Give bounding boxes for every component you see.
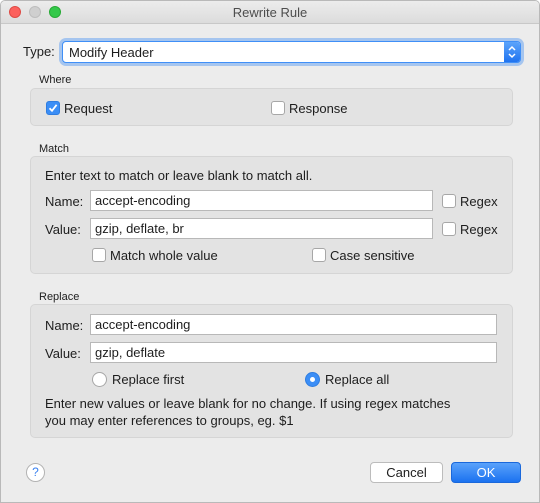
replace-help-line-1: Enter new values or leave blank for no c… (45, 396, 451, 411)
replace-section-title: Replace (39, 291, 80, 303)
response-checkbox[interactable] (271, 101, 285, 115)
type-select[interactable]: Modify Header (62, 41, 521, 63)
match-instructions: Enter text to match or leave blank to ma… (45, 168, 313, 183)
match-value-regex-checkbox[interactable] (442, 222, 456, 236)
match-name-label: Name: (45, 194, 84, 209)
replace-name-label: Name: (45, 318, 84, 333)
replace-value-label: Value: (45, 346, 81, 361)
type-label: Type: (23, 44, 55, 59)
match-value-input[interactable] (91, 219, 432, 238)
match-name-field[interactable] (90, 190, 433, 211)
match-name-regex-label: Regex (460, 194, 498, 209)
help-button[interactable]: ? (26, 463, 45, 482)
match-whole-value-checkbox[interactable] (92, 248, 106, 262)
replace-all-label: Replace all (325, 372, 390, 387)
match-name-input[interactable] (91, 191, 432, 210)
replace-value-input[interactable] (91, 343, 496, 362)
replace-first-label: Replace first (112, 372, 185, 387)
type-select-value: Modify Header (69, 45, 154, 60)
replace-all-radio[interactable] (305, 372, 320, 387)
window-title: Rewrite Rule (232, 5, 308, 20)
response-label: Response (289, 101, 348, 116)
match-whole-value-label: Match whole value (110, 248, 218, 263)
replace-name-input[interactable] (91, 315, 496, 334)
case-sensitive-label: Case sensitive (330, 248, 415, 263)
where-section-title: Where (39, 74, 72, 86)
title-bar: Rewrite Rule (1, 1, 539, 24)
radio-dot-icon (310, 377, 315, 382)
rewrite-rule-dialog: Rewrite Rule Type: Modify Header Where R… (0, 0, 540, 503)
request-label: Request (64, 101, 113, 116)
ok-button[interactable]: OK (451, 462, 521, 483)
replace-value-field[interactable] (90, 342, 497, 363)
checkmark-icon (48, 104, 58, 113)
cancel-button[interactable]: Cancel (370, 462, 443, 483)
match-name-regex-checkbox[interactable] (442, 194, 456, 208)
select-stepper-icon (504, 42, 520, 62)
replace-name-field[interactable] (90, 314, 497, 335)
replace-first-radio[interactable] (92, 372, 107, 387)
replace-help-line-2: you may enter references to groups, eg. … (45, 413, 294, 428)
match-value-label: Value: (45, 222, 81, 237)
match-value-field[interactable] (90, 218, 433, 239)
match-value-regex-label: Regex (460, 222, 498, 237)
match-section-title: Match (39, 143, 69, 155)
request-checkbox[interactable] (46, 101, 60, 115)
case-sensitive-checkbox[interactable] (312, 248, 326, 262)
